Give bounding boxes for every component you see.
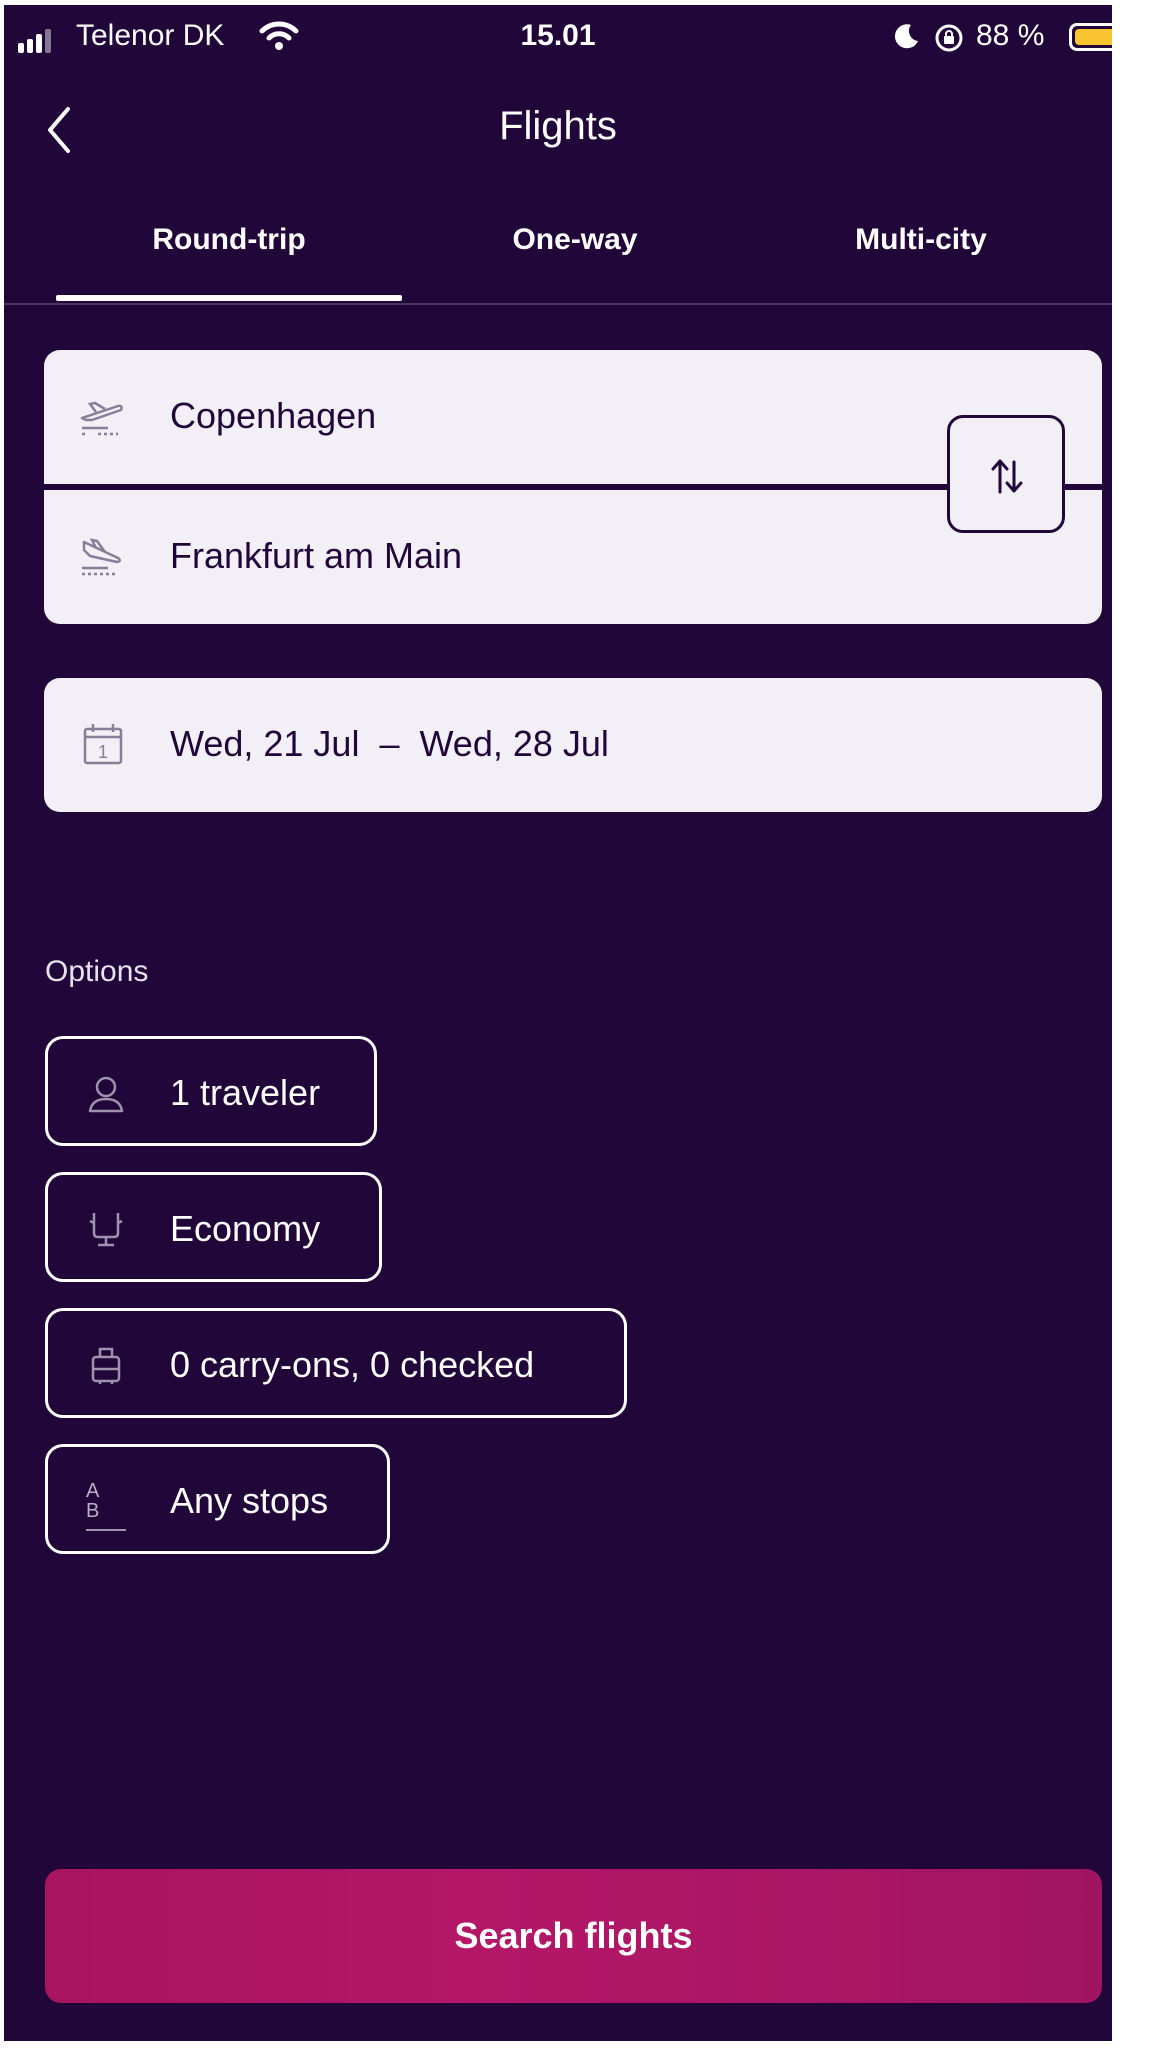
- calendar-icon: 1: [83, 724, 123, 765]
- baggage-label: 0 carry-ons, 0 checked: [170, 1344, 535, 1385]
- stops-icon: A B: [86, 1481, 126, 1531]
- rotation-lock-icon: [935, 24, 963, 52]
- landing-icon: [82, 538, 121, 576]
- status-bar: Telenor DK 15.01 88 %: [4, 5, 1112, 65]
- app-screen: Telenor DK 15.01 88 % Flights Round-trip…: [4, 5, 1112, 2041]
- tab-multi-city[interactable]: Multi-city: [748, 223, 1094, 257]
- date-range-value: Wed, 21 Jul – Wed, 28 Jul: [170, 723, 609, 764]
- origin-value: Copenhagen: [170, 395, 377, 436]
- cabin-class-button[interactable]: Economy: [45, 1172, 382, 1282]
- travelers-button[interactable]: 1 traveler: [45, 1036, 377, 1146]
- destination-field[interactable]: Frankfurt am Main: [44, 490, 1102, 624]
- tab-one-way[interactable]: One-way: [402, 223, 748, 257]
- luggage-icon: [91, 1347, 121, 1384]
- stops-label: Any stops: [170, 1480, 329, 1521]
- swap-button[interactable]: [947, 415, 1065, 533]
- travelers-label: 1 traveler: [170, 1072, 321, 1113]
- destination-value: Frankfurt am Main: [170, 535, 463, 576]
- route-card: Copenhagen Frankfurt am Main: [44, 350, 1102, 624]
- swap-vertical-icon: [991, 459, 1023, 494]
- page-title: Flights: [499, 104, 617, 148]
- cabin-class-label: Economy: [170, 1208, 321, 1249]
- baggage-button[interactable]: 0 carry-ons, 0 checked: [45, 1308, 627, 1418]
- tab-round-trip[interactable]: Round-trip: [56, 223, 402, 257]
- person-icon: [88, 1076, 124, 1113]
- options-heading: Options: [45, 955, 149, 988]
- svg-text:1: 1: [98, 742, 108, 762]
- moon-icon: [894, 24, 918, 49]
- date-field[interactable]: 1 Wed, 21 Jul – Wed, 28 Jul: [44, 678, 1102, 812]
- takeoff-icon: [80, 401, 123, 436]
- seat-icon: [89, 1213, 123, 1247]
- trip-type-tabs: Round-trip One-way Multi-city: [4, 215, 1112, 305]
- selected-tab-indicator: [56, 295, 402, 301]
- battery-icon: [1069, 23, 1112, 51]
- origin-field[interactable]: Copenhagen: [44, 350, 1102, 484]
- stops-button[interactable]: A B Any stops: [45, 1444, 390, 1554]
- search-flights-button[interactable]: Search flights: [45, 1869, 1102, 2003]
- battery-percent: 88 %: [976, 19, 1045, 52]
